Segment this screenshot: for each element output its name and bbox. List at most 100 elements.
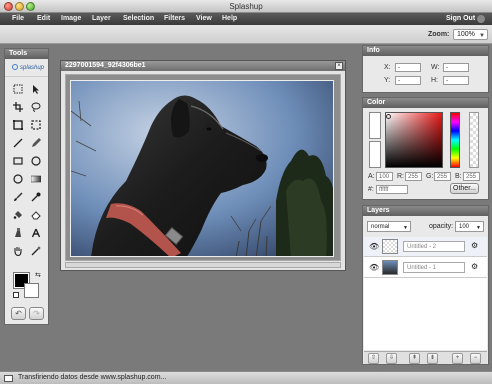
help-icon[interactable] xyxy=(477,15,485,23)
red-label: R: xyxy=(397,173,404,180)
merge-up-icon[interactable]: ⇞ xyxy=(409,353,420,364)
w-field: - xyxy=(443,63,469,72)
new-color-swatch xyxy=(369,112,381,139)
layers-panel: Layers normal ▼ opacity: 100 ▼ 👁 Untitle… xyxy=(362,205,489,365)
layer-thumbnail xyxy=(382,260,398,275)
chevron-down-icon: ▼ xyxy=(476,225,481,231)
circle-icon[interactable] xyxy=(11,172,25,186)
menu-file[interactable]: File xyxy=(12,15,24,22)
red-field[interactable]: 255 xyxy=(405,172,422,181)
logo-text: splashup xyxy=(20,65,45,71)
menu-selection[interactable]: Selection xyxy=(123,15,154,22)
alpha-slider[interactable] xyxy=(469,112,479,168)
splashup-logo: splashup xyxy=(5,59,48,77)
zoom-bar: Zoom: 100% ▼ xyxy=(0,25,492,44)
blend-mode-select[interactable]: normal ▼ xyxy=(367,221,411,232)
brush-icon[interactable] xyxy=(11,190,25,204)
reset-colors-icon[interactable] xyxy=(13,292,19,298)
chevron-down-icon: ▼ xyxy=(479,33,485,39)
eraser-icon[interactable] xyxy=(29,208,43,222)
info-title: Info xyxy=(363,46,488,56)
marquee-dotted-icon[interactable] xyxy=(29,118,43,132)
status-text: Transfiriendo datos desde www.splashup.c… xyxy=(18,374,167,381)
picker-cursor[interactable] xyxy=(386,114,391,119)
layer-options-icon[interactable]: ⚙ xyxy=(471,241,478,250)
sign-out-link[interactable]: Sign Out xyxy=(446,15,475,22)
eye-icon[interactable]: 👁 xyxy=(369,242,379,251)
horizontal-scrollbar[interactable] xyxy=(65,262,341,268)
swap-colors-icon[interactable]: ⇆ xyxy=(35,271,41,279)
x-field: - xyxy=(395,63,421,72)
move-layer-up-icon[interactable]: ⇧ xyxy=(368,353,379,364)
tools-panel: Tools splashup ⇆ ↶ ↷ xyxy=(4,48,49,325)
window-title: Splashup xyxy=(229,2,263,11)
fill-bucket-icon[interactable] xyxy=(11,208,25,222)
menu-edit[interactable]: Edit xyxy=(37,15,50,22)
menu-bar: File Edit Image Layer Selection Filters … xyxy=(0,13,492,25)
hex-field[interactable]: ffffff xyxy=(376,185,408,194)
x-label: X: xyxy=(384,64,391,71)
blue-field[interactable]: 255 xyxy=(463,172,480,181)
layer-toolbar: ⇧ ⇩ ⇞ ⇟ + − xyxy=(364,351,487,364)
chevron-down-icon: ▼ xyxy=(403,225,408,231)
ellipse-shape-icon[interactable] xyxy=(29,154,43,168)
alpha-field[interactable]: 100 xyxy=(376,172,393,181)
menu-image[interactable]: Image xyxy=(61,15,81,22)
status-bar: Transfiriendo datos desde www.splashup.c… xyxy=(0,371,492,384)
green-label: G: xyxy=(426,173,434,180)
crop-icon[interactable] xyxy=(11,100,25,114)
opacity-value: 100 xyxy=(459,224,470,230)
layer-name-field[interactable]: Untitled - 2 xyxy=(403,241,465,252)
hue-slider[interactable] xyxy=(450,112,460,168)
background-color-swatch[interactable] xyxy=(24,283,39,298)
menu-filters[interactable]: Filters xyxy=(164,15,185,22)
saturation-value-picker[interactable] xyxy=(385,112,443,168)
image-window: 2297001594_92f4306be1 × xyxy=(60,60,346,271)
y-field: - xyxy=(395,76,421,85)
move-layer-down-icon[interactable]: ⇩ xyxy=(386,353,397,364)
pointer-icon[interactable] xyxy=(29,82,43,96)
other-color-button[interactable]: Other... xyxy=(450,183,479,194)
close-icon[interactable]: × xyxy=(335,62,343,70)
zoom-select[interactable]: 100% ▼ xyxy=(453,29,488,40)
hex-label: #: xyxy=(368,186,374,193)
undo-button[interactable]: ↶ xyxy=(11,307,26,320)
eyedropper-icon[interactable] xyxy=(29,190,43,204)
menu-layer[interactable]: Layer xyxy=(92,15,111,22)
blend-mode-value: normal xyxy=(371,224,390,230)
layers-title: Layers xyxy=(363,206,488,216)
image-window-title: 2297001594_92f4306be1 xyxy=(61,61,345,71)
opacity-select[interactable]: 100 ▼ xyxy=(455,221,484,232)
line-icon[interactable] xyxy=(11,136,25,150)
redo-button[interactable]: ↷ xyxy=(29,307,44,320)
layer-row[interactable]: 👁 Untitled - 2 ⚙ xyxy=(364,237,487,257)
add-layer-icon[interactable]: + xyxy=(452,353,463,364)
layer-thumbnail xyxy=(382,239,398,254)
text-icon[interactable] xyxy=(29,226,43,240)
clone-icon[interactable] xyxy=(11,226,25,240)
canvas-area[interactable] xyxy=(65,74,341,261)
layer-name-field[interactable]: Untitled - 1 xyxy=(403,262,465,273)
layer-options-icon[interactable]: ⚙ xyxy=(471,262,478,271)
h-label: H: xyxy=(431,77,438,84)
menu-view[interactable]: View xyxy=(196,15,212,22)
rect-shape-icon[interactable] xyxy=(11,154,25,168)
pencil-icon[interactable] xyxy=(29,136,43,150)
h-field: - xyxy=(443,76,469,85)
marquee-square-icon[interactable] xyxy=(11,118,25,132)
menu-help[interactable]: Help xyxy=(222,15,237,22)
delete-layer-icon[interactable]: − xyxy=(470,353,481,364)
magic-wand-icon[interactable] xyxy=(29,244,43,258)
marquee-rect-icon[interactable] xyxy=(11,82,25,96)
layer-row[interactable]: 👁 Untitled - 1 ⚙ xyxy=(364,258,487,278)
color-panel: Color A: 100 R: 255 G: 255 B: 255 #: fff… xyxy=(362,97,489,200)
gradient-icon[interactable] xyxy=(29,172,43,186)
lasso-icon[interactable] xyxy=(29,100,43,114)
merge-down-icon[interactable]: ⇟ xyxy=(427,353,438,364)
eye-icon[interactable]: 👁 xyxy=(369,263,379,272)
zoom-value: 100% xyxy=(457,31,475,38)
green-field[interactable]: 255 xyxy=(434,172,451,181)
color-title: Color xyxy=(363,98,488,108)
hand-icon[interactable] xyxy=(11,244,25,258)
old-color-swatch xyxy=(369,141,381,168)
